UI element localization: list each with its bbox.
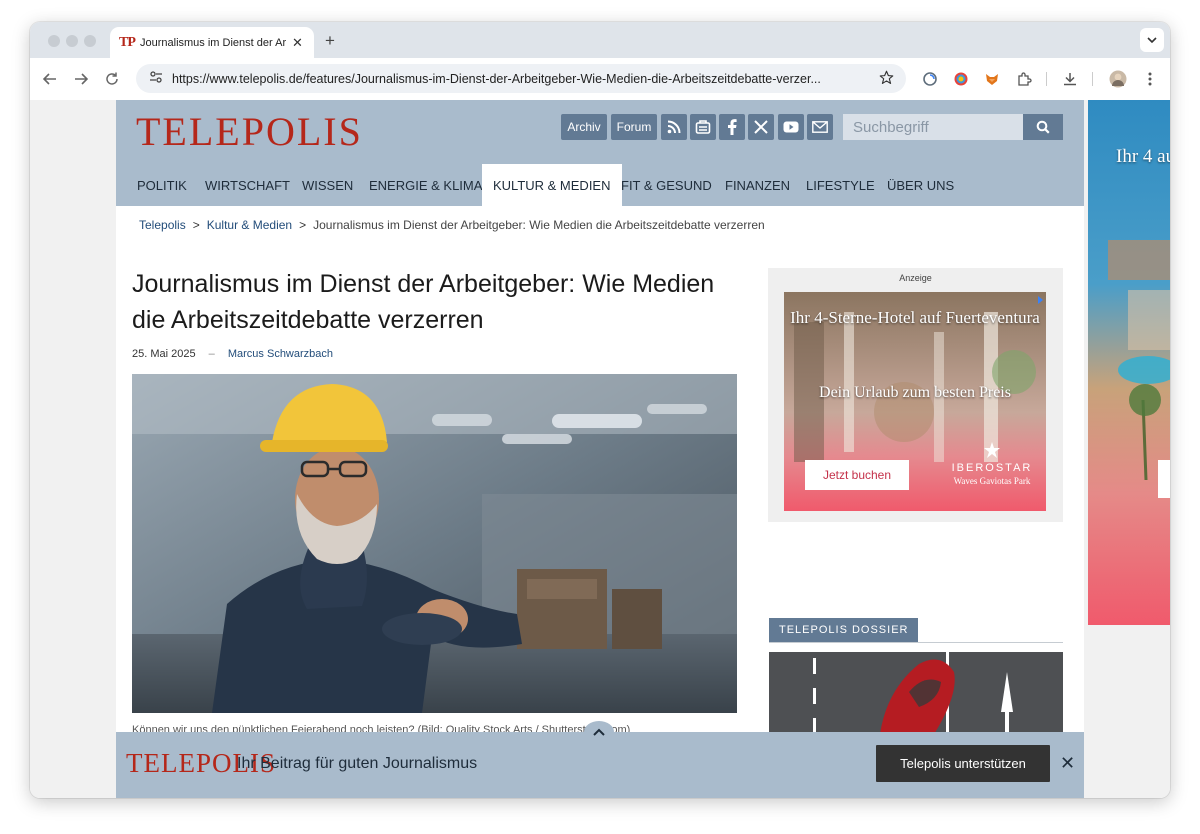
address-bar[interactable]: https://www.telepolis.de/features/Journa… <box>136 64 906 93</box>
tab-search-dropdown-icon[interactable] <box>1140 28 1164 52</box>
side-skyscraper-ad[interactable]: Ihr 4 auf F <box>1088 100 1170 625</box>
ad-headline: Ihr 4-Sterne-Hotel auf Fuerteventura <box>790 308 1040 327</box>
support-telepolis-button[interactable]: Telepolis unterstützen <box>876 745 1050 782</box>
search-button[interactable] <box>1023 114 1063 140</box>
new-tab-button[interactable]: + <box>325 31 335 51</box>
article-hero-image <box>132 374 737 713</box>
back-arrow-icon[interactable] <box>40 69 60 89</box>
youtube-icon[interactable] <box>778 114 804 140</box>
newsletter-icon[interactable] <box>690 114 716 140</box>
nav-wissen[interactable]: WISSEN <box>302 164 353 206</box>
minimize-window-button[interactable] <box>66 35 78 47</box>
hotel-ad-creative[interactable]: Ihr 4-Sterne-Hotel auf Fuerteventura Dei… <box>784 292 1046 511</box>
rss-icon[interactable] <box>661 114 687 140</box>
reload-icon[interactable] <box>102 69 122 89</box>
browser-window: TP Journalismus im Dienst der Arbeitgebe… <box>30 22 1170 798</box>
tab-bar: TP Journalismus im Dienst der Arbeitgebe… <box>30 22 1170 58</box>
breadcrumb: Telepolis > Kultur & Medien > Journalismus i… <box>139 218 765 232</box>
telepolis-site: TELEPOLIS Archiv Forum Suchbegriff POLIT… <box>116 100 1084 798</box>
article-title: Journalismus im Dienst der Arbeitgeber: … <box>132 270 715 334</box>
profile-avatar[interactable] <box>1109 70 1127 88</box>
forum-button[interactable]: Forum <box>611 114 657 140</box>
telepolis-logo[interactable]: TELEPOLIS <box>136 108 363 155</box>
ad-book-now-button[interactable]: Jetzt buchen <box>805 460 909 490</box>
nav-finanzen[interactable]: FINANZEN <box>725 164 790 206</box>
tab-title: Journalismus im Dienst der Arbeitgeber <box>140 36 286 49</box>
article-meta: 25. Mai 2025 – Marcus Schwarzbach <box>132 348 333 360</box>
toolbar-separator <box>1092 72 1093 86</box>
nav-energie-klima[interactable]: ENERGIE & KLIMA <box>369 164 482 206</box>
download-icon[interactable] <box>1061 70 1079 88</box>
nav-politik[interactable]: POLITIK <box>137 164 187 206</box>
search-icon <box>1036 120 1050 134</box>
extension-fox-icon[interactable] <box>983 70 1001 88</box>
tab-close-icon[interactable]: ✕ <box>292 35 303 51</box>
zoom-window-button[interactable] <box>84 35 96 47</box>
bookmark-star-icon[interactable] <box>879 70 894 89</box>
meta-separator: – <box>208 348 215 360</box>
breadcrumb-separator: > <box>299 218 307 232</box>
main-navigation: POLITIK WIRTSCHAFT WISSEN ENERGIE & KLIM… <box>116 164 1084 206</box>
browser-tab-active[interactable]: TP Journalismus im Dienst der Arbeitgebe… <box>110 27 314 58</box>
facebook-icon[interactable] <box>719 114 745 140</box>
nav-wirtschaft[interactable]: WIRTSCHAFT <box>205 164 290 206</box>
archive-button[interactable]: Archiv <box>561 114 607 140</box>
ad-subline: Dein Urlaub zum besten Preis <box>819 384 1011 401</box>
article-author-link[interactable]: Marcus Schwarzbach <box>228 348 333 360</box>
site-header: TELEPOLIS Archiv Forum Suchbegriff POLIT… <box>116 100 1084 206</box>
breadcrumb-home-link[interactable]: Telepolis <box>139 218 186 232</box>
support-bar: TELEPOLIS Ihr Beitrag für guten Journali… <box>116 721 1084 798</box>
ad-label: Anzeige <box>899 273 932 283</box>
nav-fit-gesund[interactable]: FIT & GESUND <box>621 164 712 206</box>
advertisement-box: Anzeige Ihr 4-Sterne-Hotel auf Fuerteven… <box>768 268 1063 522</box>
ad-brand-subtitle: Waves Gaviotas Park <box>953 476 1031 486</box>
ad-brand-name: IBEROSTAR <box>951 462 1033 474</box>
breadcrumb-current: Journalismus im Dienst der Arbeitgeber: … <box>313 218 765 232</box>
telepolis-favicon-icon: TP <box>119 34 136 50</box>
nav-lifestyle[interactable]: LIFESTYLE <box>806 164 875 206</box>
forward-arrow-icon[interactable] <box>71 69 91 89</box>
dossier-teaser-image[interactable] <box>769 652 1063 742</box>
url-text: https://www.telepolis.de/features/Journa… <box>172 71 821 86</box>
chevron-up-icon <box>593 728 605 736</box>
site-settings-icon[interactable] <box>144 71 168 86</box>
scroll-up-button[interactable] <box>584 721 614 743</box>
dossier-section-label[interactable]: TELEPOLIS DOSSIER <box>769 618 919 642</box>
nav-ueber-uns[interactable]: ÜBER UNS <box>887 164 954 206</box>
extension-color-icon[interactable] <box>952 70 970 88</box>
puzzle-extensions-icon[interactable] <box>1015 70 1033 88</box>
mail-icon[interactable] <box>807 114 833 140</box>
article-date: 25. Mai 2025 <box>132 348 196 360</box>
x-icon[interactable] <box>748 114 774 140</box>
breadcrumb-separator: > <box>192 218 200 232</box>
search-placeholder: Suchbegriff <box>853 118 929 136</box>
nav-kultur-medien[interactable]: KULTUR & MEDIEN <box>482 164 622 206</box>
web-page: TELEPOLIS Archiv Forum Suchbegriff POLIT… <box>30 100 1170 798</box>
breadcrumb-section-link[interactable]: Kultur & Medien <box>207 218 292 232</box>
dossier-divider <box>769 642 1063 643</box>
more-menu-icon[interactable] <box>1141 70 1159 88</box>
extension-lens-icon[interactable] <box>921 70 939 88</box>
support-bar-text: Ihr Beitrag für guten Journalismus <box>237 755 478 772</box>
toolbar-separator <box>1046 72 1047 86</box>
support-bar-close-icon[interactable]: ✕ <box>1060 753 1075 774</box>
search-input[interactable]: Suchbegriff <box>843 114 1023 140</box>
browser-toolbar: https://www.telepolis.de/features/Journa… <box>30 58 1170 101</box>
close-window-button[interactable] <box>48 35 60 47</box>
side-ad-headline: Ihr 4 auf F <box>1116 146 1170 167</box>
